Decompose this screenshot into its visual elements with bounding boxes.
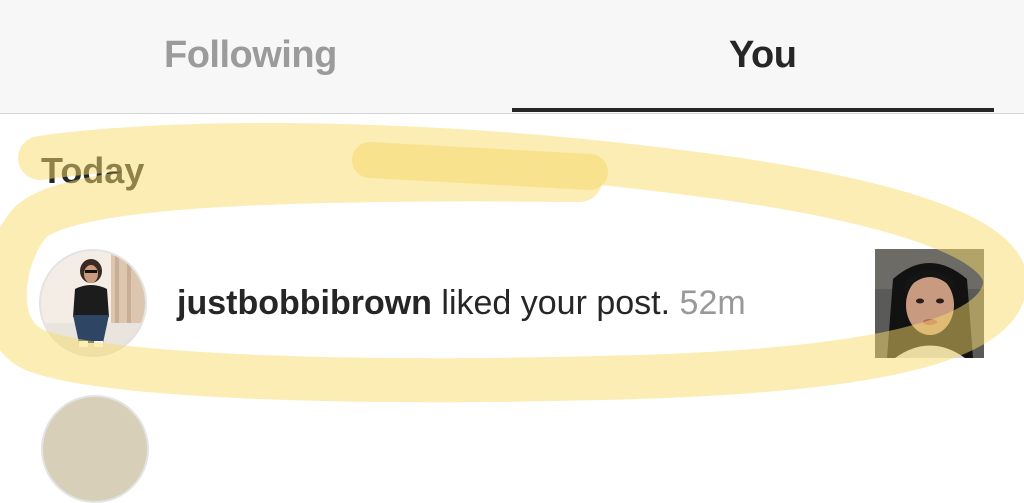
post-thumbnail-image — [875, 249, 984, 358]
notification-text: justbobbibrown liked your post. 52m — [177, 284, 746, 323]
notification-username[interactable]: justbobbibrown — [177, 284, 432, 322]
tab-following[interactable]: Following — [164, 34, 337, 77]
section-heading-today: Today — [41, 150, 145, 191]
notification-row[interactable]: justbobbibrown liked your post. 52m — [0, 240, 1024, 365]
avatar-photo — [41, 251, 145, 355]
user-avatar[interactable] — [39, 249, 147, 357]
tab-you[interactable]: You — [729, 34, 797, 77]
post-thumbnail[interactable] — [875, 249, 984, 358]
activity-tab-bar: Following You — [0, 0, 1024, 114]
next-notification-avatar[interactable] — [41, 395, 149, 503]
notification-action: liked your post. — [431, 284, 671, 322]
active-tab-indicator — [512, 108, 994, 112]
notification-time: 52m — [679, 284, 746, 322]
